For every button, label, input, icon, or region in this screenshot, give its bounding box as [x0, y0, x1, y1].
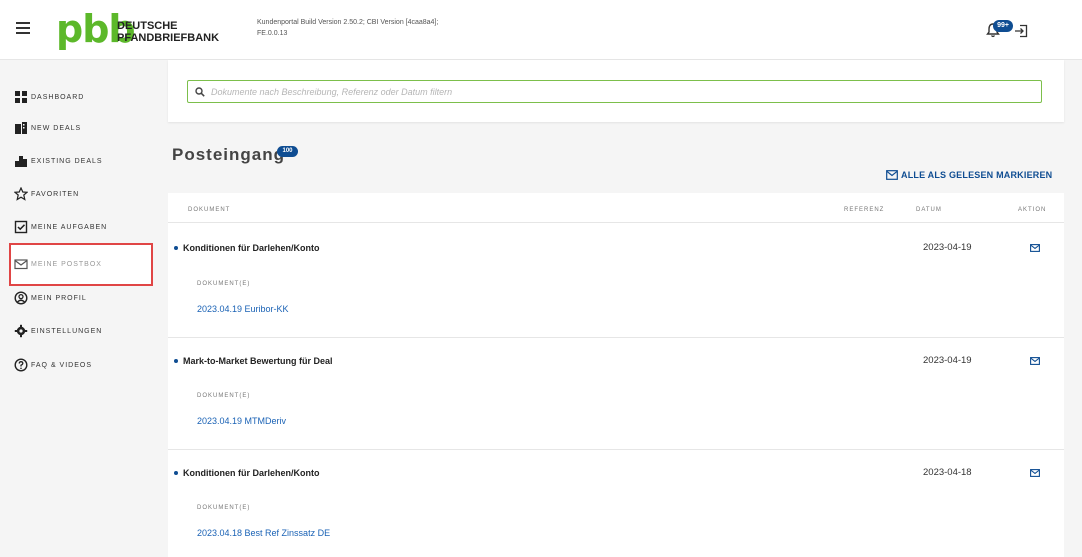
- sidebar-item-meine-postbox[interactable]: MEINE POSTBOX: [14, 254, 102, 274]
- brand-line-1: DEUTSCHE: [117, 20, 178, 32]
- mail-icon[interactable]: [1030, 357, 1040, 365]
- column-header-action: AKTION: [1018, 207, 1047, 213]
- sidebar-item-existing-deals[interactable]: EXISTING DEALS: [14, 151, 103, 171]
- buildings-icon: [15, 156, 27, 167]
- inbox-table: DOKUMENT REFERENZ DATUM AKTION Kondition…: [168, 193, 1064, 557]
- unread-dot: [174, 470, 178, 475]
- sidebar-item-dashboard[interactable]: DASHBOARD: [14, 87, 84, 107]
- document-link[interactable]: 2023.04.19 Euribor-KK: [197, 304, 289, 314]
- sidebar-item-faq-videos[interactable]: FAQ & VIDEOS: [14, 355, 92, 375]
- document-label: DOKUMENT(E): [197, 281, 251, 287]
- mark-all-read-button[interactable]: ALLE ALS GELESEN MARKIEREN: [886, 170, 1052, 180]
- sidebar-item-label: FAVORITEN: [31, 190, 80, 198]
- document-label: DOKUMENT(E): [197, 393, 251, 399]
- mail-icon: [886, 170, 898, 180]
- dashboard-grid-icon: [15, 91, 27, 103]
- brand-line-2: PFANDBRIEFBANK: [117, 32, 220, 44]
- star-icon: [14, 187, 28, 201]
- column-header-reference[interactable]: REFERENZ: [844, 207, 884, 213]
- notifications-button[interactable]: 99+: [985, 20, 1013, 42]
- sidebar-item-label: MEIN PROFIL: [31, 294, 87, 302]
- gear-icon: [14, 324, 28, 338]
- sidebar-item-favoriten[interactable]: FAVORITEN: [14, 184, 79, 204]
- row-title[interactable]: Konditionen für Darlehen/Konto: [174, 243, 320, 253]
- sidebar-item-new-deals[interactable]: NEW DEALS: [14, 118, 81, 138]
- row-date: 2023-04-19: [923, 355, 972, 366]
- sidebar-item-label: MEINE AUFGABEN: [31, 223, 108, 231]
- search-input[interactable]: [211, 86, 1011, 97]
- sidebar-item-label: DASHBOARD: [31, 93, 85, 101]
- page-title: Posteingang: [172, 145, 286, 164]
- document-link[interactable]: 2023.04.19 MTMDeriv: [197, 416, 286, 426]
- sidebar: DASHBOARD NEW DEALS EXISTING DEALS FAVOR…: [0, 60, 155, 557]
- sidebar-item-label: NEW DEALS: [31, 124, 82, 132]
- app-root: pbb DEUTSCHE PFANDBRIEFBANK Kundenportal…: [0, 0, 1082, 557]
- mail-icon[interactable]: [1030, 244, 1040, 252]
- document-link[interactable]: 2023.04.18 Best Ref Zinssatz DE: [197, 528, 330, 538]
- inbox-count-badge: 100: [277, 146, 298, 157]
- sidebar-item-label: EINSTELLUNGEN: [31, 327, 103, 335]
- user-circle-icon: [14, 291, 28, 305]
- sidebar-item-einstellungen[interactable]: EINSTELLUNGEN: [14, 321, 102, 341]
- sidebar-item-label: FAQ & VIDEOS: [31, 361, 93, 369]
- sidebar-item-meine-aufgaben[interactable]: MEINE AUFGABEN: [14, 217, 107, 237]
- mail-icon: [14, 259, 28, 270]
- unread-dot: [174, 358, 178, 363]
- row-date: 2023-04-19: [923, 242, 972, 253]
- mail-icon[interactable]: [1030, 469, 1040, 477]
- row-title-text: Mark-to-Market Bewertung für Deal: [183, 356, 333, 366]
- new-deals-icon: [15, 122, 27, 134]
- build-info-line-2: FE.0.0.13: [257, 30, 288, 37]
- search-box[interactable]: [187, 80, 1042, 103]
- sidebar-item-mein-profil[interactable]: MEIN PROFIL: [14, 288, 87, 308]
- hamburger-menu-icon[interactable]: [16, 22, 30, 34]
- unread-dot: [174, 245, 178, 250]
- build-info: Kundenportal Build Version 2.50.2; CBI V…: [257, 17, 438, 39]
- document-label: DOKUMENT(E): [197, 505, 251, 511]
- header-divider: [168, 222, 1064, 223]
- checkbox-icon: [14, 220, 28, 234]
- row-date: 2023-04-18: [923, 467, 972, 478]
- search-card: [168, 60, 1064, 122]
- row-title[interactable]: Mark-to-Market Bewertung für Deal: [174, 356, 333, 366]
- column-header-document[interactable]: DOKUMENT: [188, 207, 230, 213]
- search-icon: [195, 86, 205, 97]
- top-header: pbb DEUTSCHE PFANDBRIEFBANK Kundenportal…: [0, 0, 1082, 60]
- mark-all-read-label: ALLE ALS GELESEN MARKIEREN: [901, 170, 1053, 180]
- brand-name: DEUTSCHE PFANDBRIEFBANK: [117, 20, 219, 44]
- build-info-line-1: Kundenportal Build Version 2.50.2; CBI V…: [257, 19, 439, 26]
- help-icon: [14, 358, 28, 372]
- row-title-text: Konditionen für Darlehen/Konto: [183, 243, 320, 253]
- row-title[interactable]: Konditionen für Darlehen/Konto: [174, 468, 320, 478]
- row-title-text: Konditionen für Darlehen/Konto: [183, 468, 320, 478]
- row-divider: [168, 449, 1064, 450]
- logout-icon[interactable]: [1014, 24, 1028, 38]
- sidebar-item-label: MEINE POSTBOX: [31, 260, 102, 268]
- row-divider: [168, 337, 1064, 338]
- sidebar-item-label: EXISTING DEALS: [31, 157, 103, 165]
- notification-count-badge: 99+: [993, 20, 1013, 32]
- column-header-date[interactable]: DATUM: [916, 207, 942, 213]
